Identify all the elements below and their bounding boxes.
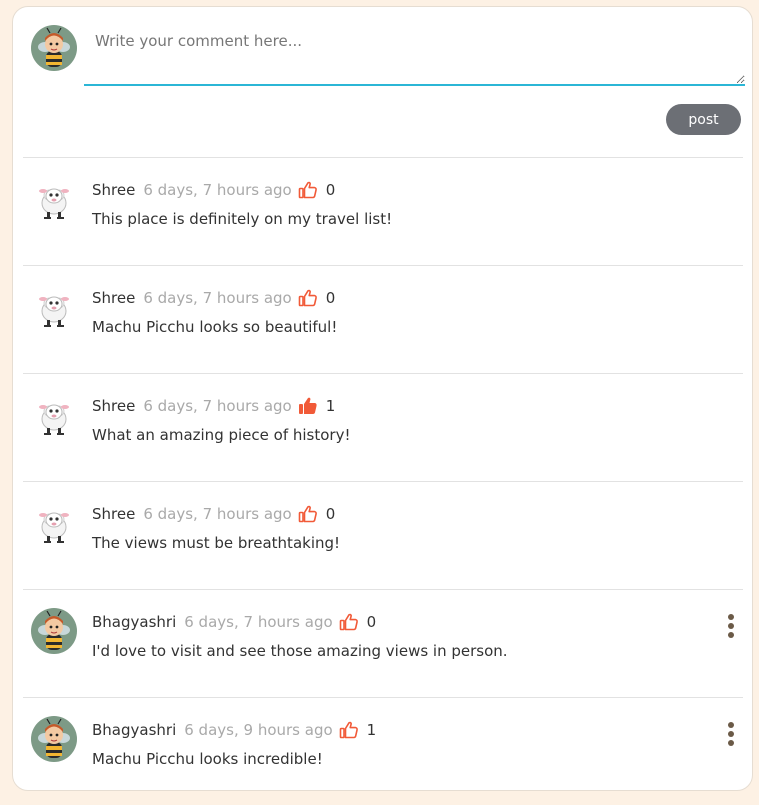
more-options-icon[interactable]	[727, 722, 735, 746]
more-options-icon[interactable]	[727, 614, 735, 638]
like-count: 0	[325, 181, 336, 199]
like-count: 0	[325, 289, 336, 307]
comment-item: Bhagyashri 6 days, 7 hours ago 0 I'd lov…	[23, 589, 743, 697]
comment-avatar	[31, 608, 77, 654]
comment-author[interactable]: Shree	[92, 505, 135, 523]
comment-meta: Shree 6 days, 7 hours ago 0	[92, 504, 335, 524]
comment-timestamp: 6 days, 7 hours ago	[143, 181, 292, 199]
comment-composer: post	[13, 7, 752, 157]
like-count: 1	[325, 397, 336, 415]
comment-author[interactable]: Bhagyashri	[92, 613, 176, 631]
comments-card: post Shree 6 days, 7 hours ago 0 This pl…	[12, 6, 753, 791]
comment-avatar	[31, 176, 77, 222]
like-count: 0	[325, 505, 336, 523]
thumbs-up-icon[interactable]	[298, 396, 318, 416]
comment-item: Shree 6 days, 7 hours ago 0 Machu Picchu…	[23, 265, 743, 373]
sheep-avatar-icon	[31, 392, 77, 438]
comment-meta: Shree 6 days, 7 hours ago 0	[92, 180, 335, 200]
comment-text: Machu Picchu looks incredible!	[92, 750, 323, 768]
comment-text: I'd love to visit and see those amazing …	[92, 642, 508, 660]
sheep-avatar-icon	[31, 176, 77, 222]
comment-avatar	[31, 392, 77, 438]
bee-avatar-icon	[31, 716, 77, 762]
comment-text: What an amazing piece of history!	[92, 426, 351, 444]
comment-input[interactable]	[84, 24, 745, 86]
comment-meta: Bhagyashri 6 days, 9 hours ago 1	[92, 720, 376, 740]
thumbs-up-icon[interactable]	[339, 720, 359, 740]
thumbs-up-icon[interactable]	[298, 504, 318, 524]
comment-timestamp: 6 days, 7 hours ago	[143, 505, 292, 523]
comment-item: Shree 6 days, 7 hours ago 0 The views mu…	[23, 481, 743, 589]
comment-author[interactable]: Bhagyashri	[92, 721, 176, 739]
comment-author[interactable]: Shree	[92, 289, 135, 307]
comment-text: This place is definitely on my travel li…	[92, 210, 393, 228]
comment-list: Shree 6 days, 7 hours ago 0 This place i…	[13, 157, 752, 805]
like-count: 1	[366, 721, 377, 739]
comment-item: Shree 6 days, 7 hours ago 1 What an amaz…	[23, 373, 743, 481]
comment-avatar	[31, 716, 77, 762]
thumbs-up-icon[interactable]	[298, 288, 318, 308]
thumbs-up-icon[interactable]	[339, 612, 359, 632]
comment-text: The views must be breathtaking!	[92, 534, 341, 552]
comment-avatar	[31, 500, 77, 546]
like-count: 0	[366, 613, 377, 631]
comment-meta: Bhagyashri 6 days, 7 hours ago 0	[92, 612, 376, 632]
bee-avatar-icon	[31, 25, 77, 71]
comment-timestamp: 6 days, 7 hours ago	[184, 613, 333, 631]
sheep-avatar-icon	[31, 500, 77, 546]
comment-item: Bhagyashri 6 days, 9 hours ago 1 Machu P…	[23, 697, 743, 805]
comment-timestamp: 6 days, 9 hours ago	[184, 721, 333, 739]
comment-timestamp: 6 days, 7 hours ago	[143, 289, 292, 307]
comment-text: Machu Picchu looks so beautiful!	[92, 318, 338, 336]
sheep-avatar-icon	[31, 284, 77, 330]
comment-timestamp: 6 days, 7 hours ago	[143, 397, 292, 415]
comment-meta: Shree 6 days, 7 hours ago 1	[92, 396, 335, 416]
comment-meta: Shree 6 days, 7 hours ago 0	[92, 288, 335, 308]
current-user-avatar	[31, 25, 77, 71]
thumbs-up-icon[interactable]	[298, 180, 318, 200]
bee-avatar-icon	[31, 608, 77, 654]
comment-author[interactable]: Shree	[92, 397, 135, 415]
comment-avatar	[31, 284, 77, 330]
post-button[interactable]: post	[666, 104, 741, 135]
comment-author[interactable]: Shree	[92, 181, 135, 199]
comment-item: Shree 6 days, 7 hours ago 0 This place i…	[23, 157, 743, 265]
